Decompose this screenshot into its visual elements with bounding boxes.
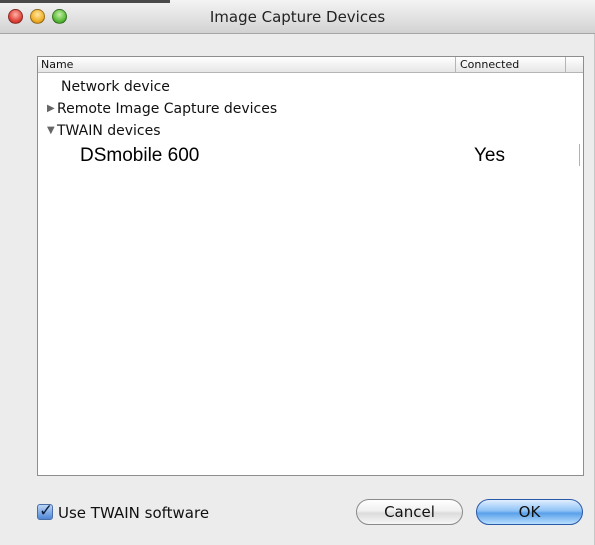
list-item-remote-image-capture-devices[interactable]: ▶ Remote Image Capture devices (38, 100, 583, 122)
list-item-network-device[interactable]: Network device (38, 78, 583, 100)
device-list[interactable]: Name Connected Network device ▶ Remote I… (37, 56, 584, 476)
list-item-twain-devices[interactable]: ▼ TWAIN devices (38, 122, 583, 144)
row-edge-marker (579, 144, 580, 166)
list-item-label: Remote Image Capture devices (57, 101, 278, 117)
list-header: Name Connected (38, 57, 583, 73)
device-name: DSmobile 600 (80, 145, 200, 166)
column-header-spacer (565, 57, 583, 72)
device-connected-status: Yes (474, 145, 505, 166)
image-capture-devices-window: Image Capture Devices Name Connected Net… (0, 0, 595, 545)
ok-button[interactable]: OK (476, 499, 583, 525)
list-item-label: TWAIN devices (57, 123, 161, 139)
window-title: Image Capture Devices (209, 8, 386, 26)
triangle-down-icon[interactable]: ▼ (47, 125, 55, 136)
column-header-connected[interactable]: Connected (455, 57, 565, 72)
title-bar-edge (0, 0, 170, 3)
use-twain-software-checkbox[interactable]: ✓ (37, 501, 54, 521)
list-item-label: Network device (61, 79, 170, 95)
checkmark-icon: ✓ (39, 501, 54, 521)
list-item-dsmobile-600[interactable]: DSmobile 600 Yes (38, 144, 583, 166)
column-header-name[interactable]: Name (41, 58, 73, 71)
title-bar[interactable]: Image Capture Devices (0, 0, 595, 34)
cancel-button[interactable]: Cancel (356, 499, 463, 525)
use-twain-software-label[interactable]: Use TWAIN software (58, 504, 209, 522)
triangle-right-icon[interactable]: ▶ (47, 103, 55, 114)
